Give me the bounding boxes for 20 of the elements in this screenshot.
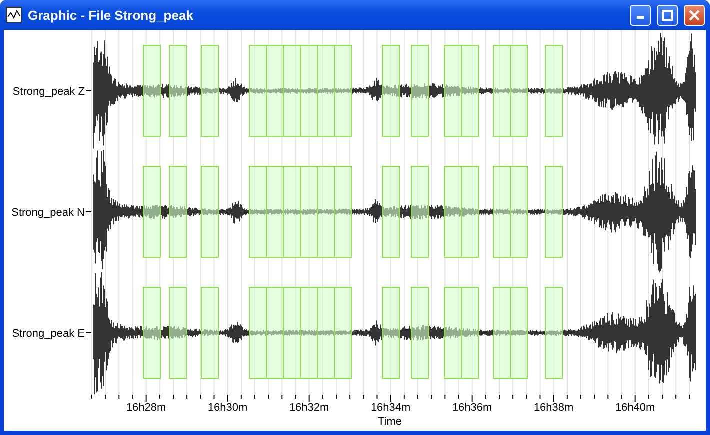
tick-label: 16h34m (370, 402, 411, 414)
tick-label: 16h40m (615, 402, 656, 414)
tick-label: 16h32m (289, 402, 330, 414)
minimize-button[interactable] (630, 4, 651, 26)
close-button[interactable] (684, 4, 705, 26)
channel-tick (86, 332, 92, 334)
chart-icon (6, 7, 22, 23)
tick-label: 16h30m (208, 402, 248, 414)
channel-label: Strong_peak N (12, 207, 85, 219)
maximize-icon (662, 10, 673, 20)
window-title: Graphic - File Strong_peak (28, 8, 194, 22)
tick-label: 16h36m (452, 402, 492, 414)
axis-label: Time (378, 416, 402, 428)
tick-label: 16h28m (126, 402, 166, 414)
channel-label: Strong_peak E (12, 328, 85, 340)
maximize-button[interactable] (657, 4, 678, 26)
close-icon (689, 10, 700, 20)
channel-label: Strong_peak Z (12, 86, 85, 98)
tick-label: 16h38m (534, 402, 574, 414)
channel-tick (86, 90, 92, 92)
